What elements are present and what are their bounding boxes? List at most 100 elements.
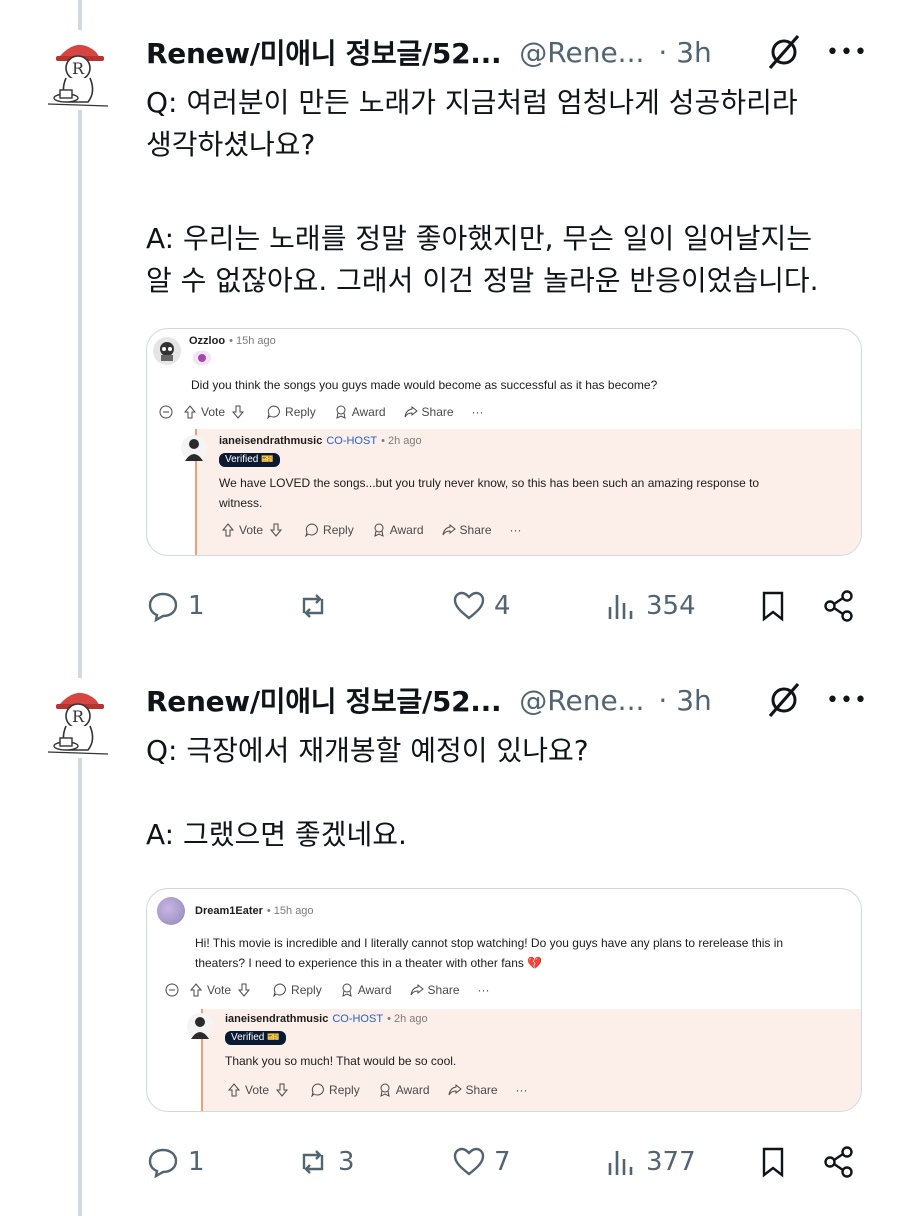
vote-button[interactable]: Vote xyxy=(189,983,255,997)
timestamp[interactable]: · 3h xyxy=(658,684,711,717)
cohost-badge: CO-HOST xyxy=(332,1013,384,1025)
reply-time: • 2h ago xyxy=(381,435,422,447)
reply-user-name[interactable]: ianeisendrathmusic xyxy=(225,1013,328,1025)
tweet-question: Q: 극장에서 재개봉할 예정이 있나요? xyxy=(146,734,589,767)
reply-label: Reply xyxy=(323,523,354,537)
timestamp[interactable]: · 3h xyxy=(658,36,711,69)
views-icon xyxy=(608,1151,633,1175)
author-handle[interactable]: @Rene... xyxy=(519,684,644,717)
award-button[interactable]: Award xyxy=(372,523,424,537)
award-button[interactable]: Award xyxy=(334,405,386,419)
bookmark-icon xyxy=(762,1147,784,1178)
grok-icon[interactable] xyxy=(764,680,804,720)
tweet-answer: A: 그랬으면 좋겠네요. xyxy=(146,818,407,851)
vote-button[interactable]: Vote xyxy=(183,405,249,419)
share-label: Share xyxy=(427,983,460,997)
avatar[interactable]: R xyxy=(38,30,118,110)
share-button[interactable]: Share xyxy=(404,405,454,419)
embedded-screenshot-card[interactable]: Dream1Eater • 15h ago Hi! This movie is … xyxy=(146,888,862,1112)
reply-time: • 2h ago xyxy=(387,1013,428,1025)
views-icon xyxy=(608,595,633,619)
reply-user-name[interactable]: ianeisendrathmusic xyxy=(219,435,322,447)
share-button[interactable]: Share xyxy=(442,523,492,537)
grok-icon[interactable] xyxy=(764,32,804,72)
tweet-2[interactable]: R Renew/미애니 정보글/52... @Rene... · 3h ••• … xyxy=(0,678,900,1198)
reply-button[interactable]: Reply xyxy=(267,405,316,419)
views-action[interactable]: 354 xyxy=(604,584,696,628)
reply-action[interactable]: 1 xyxy=(146,1140,205,1184)
reply-actions: Vote Reply Award Share ··· xyxy=(227,1083,528,1097)
comment-more-icon[interactable]: ··· xyxy=(516,1083,528,1097)
reply-user-line: ianeisendrathmusic CO-HOST • 2h ago xyxy=(219,435,422,447)
view-count: 377 xyxy=(646,1147,696,1177)
tweet-1[interactable]: R Renew/미애니 정보글/52... @Rene... · 3h ••• … xyxy=(0,30,900,650)
share-label: Share xyxy=(459,523,492,537)
avatar-cat-icon: R xyxy=(38,678,118,758)
like-action[interactable]: 4 xyxy=(452,584,511,628)
collapse-icon[interactable] xyxy=(165,983,179,997)
vote-button[interactable]: Vote xyxy=(227,1083,293,1097)
upvote-icon xyxy=(221,523,235,537)
downvote-icon[interactable] xyxy=(237,983,251,997)
collapse-icon[interactable] xyxy=(159,405,173,419)
reply-user-line: ianeisendrathmusic CO-HOST • 2h ago xyxy=(225,1013,428,1025)
vote-button[interactable]: Vote xyxy=(221,523,287,537)
share-arrow-icon xyxy=(404,405,418,418)
comment-text: Hi! This movie is incredible and I liter… xyxy=(195,936,784,970)
comment-text: Did you think the songs you guys made wo… xyxy=(191,378,658,392)
more-icon[interactable]: ••• xyxy=(826,690,868,712)
bookmark-action[interactable] xyxy=(756,1140,790,1184)
cohost-badge: CO-HOST xyxy=(326,435,378,447)
award-icon xyxy=(342,983,352,997)
like-icon xyxy=(453,1147,485,1176)
reply-action[interactable]: 1 xyxy=(146,584,205,628)
more-icon[interactable]: ••• xyxy=(826,42,868,64)
reply-button[interactable]: Reply xyxy=(273,983,322,997)
like-action[interactable]: 7 xyxy=(452,1140,511,1184)
comment-more-icon[interactable]: ··· xyxy=(510,523,522,537)
share-button[interactable]: Share xyxy=(448,1083,498,1097)
downvote-icon[interactable] xyxy=(275,1083,289,1097)
share-action[interactable] xyxy=(822,1140,856,1184)
commenter-name[interactable]: Ozzloo xyxy=(189,335,225,347)
reply-button[interactable]: Reply xyxy=(305,523,354,537)
flair-icon xyxy=(193,351,211,365)
upvote-icon xyxy=(227,1083,241,1097)
share-action[interactable] xyxy=(822,584,856,628)
reply-button[interactable]: Reply xyxy=(311,1083,360,1097)
author-name[interactable]: Renew/미애니 정보글/52... xyxy=(146,32,502,72)
comment-more-icon[interactable]: ··· xyxy=(478,983,490,997)
repost-action[interactable]: 3 xyxy=(296,1140,355,1184)
author-name[interactable]: Renew/미애니 정보글/52... xyxy=(146,680,502,720)
comment-icon xyxy=(273,983,286,997)
bookmark-action[interactable] xyxy=(756,584,790,628)
award-label: Award xyxy=(351,405,386,419)
repost-action[interactable] xyxy=(296,584,338,628)
avatar[interactable]: R xyxy=(38,678,118,758)
reply-count: 1 xyxy=(188,591,205,621)
comment-actions: Vote Reply Award Share ··· xyxy=(165,983,490,997)
award-icon xyxy=(380,1083,390,1097)
verified-badge: Verified 🎫 xyxy=(225,1031,286,1045)
share-arrow-icon xyxy=(442,523,456,536)
author-handle[interactable]: @Rene... xyxy=(519,36,644,69)
share-label: Share xyxy=(465,1083,498,1097)
commenter-name[interactable]: Dream1Eater xyxy=(195,905,263,917)
cohost-avatar xyxy=(187,1013,213,1039)
downvote-icon[interactable] xyxy=(269,523,283,537)
share-button[interactable]: Share xyxy=(410,983,460,997)
reply-icon xyxy=(148,592,178,623)
avatar-cat-icon xyxy=(160,342,174,361)
comment-more-icon[interactable]: ··· xyxy=(472,405,484,419)
like-icon xyxy=(453,591,485,620)
award-button[interactable]: Award xyxy=(378,1083,430,1097)
downvote-icon[interactable] xyxy=(231,405,245,419)
views-action[interactable]: 377 xyxy=(604,1140,696,1184)
cohost-avatar xyxy=(181,435,207,461)
award-label: Award xyxy=(389,523,424,537)
share-icon xyxy=(824,1146,853,1178)
award-icon xyxy=(374,523,384,537)
comment-time: • 15h ago xyxy=(266,905,314,917)
award-button[interactable]: Award xyxy=(340,983,392,997)
embedded-screenshot-card[interactable]: Ozzloo • 15h ago Did you think the songs… xyxy=(146,328,862,556)
